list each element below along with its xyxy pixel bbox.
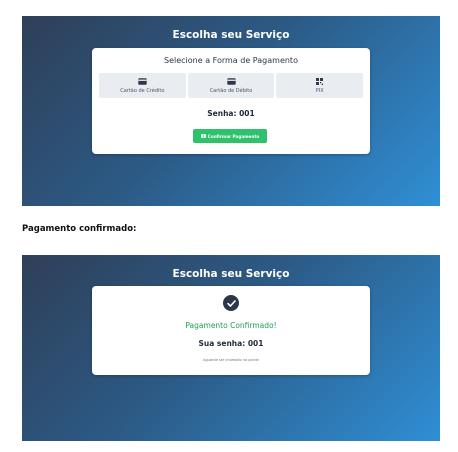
credit-card-label: Cartão de Crédito xyxy=(120,87,165,94)
payment-card: Selecione a Forma de Pagamento Cartão de… xyxy=(92,48,370,154)
debit-card-label: Cartão de Débito xyxy=(209,87,253,94)
page-title: Escolha seu Serviço xyxy=(172,29,290,41)
debit-card-option[interactable]: Cartão de Débito xyxy=(187,73,275,98)
money-icon xyxy=(200,133,206,139)
credit-card-icon xyxy=(138,77,147,85)
credit-card-option[interactable]: Cartão de Crédito xyxy=(99,73,186,98)
ticket-number: Sua senha: 001 xyxy=(198,339,264,348)
credit-card-icon xyxy=(226,77,236,85)
pix-option[interactable]: PIX xyxy=(276,73,364,98)
ticket-number: Senha: 001 xyxy=(207,109,255,118)
wait-notice: Aguarde ser chamado no painel xyxy=(203,358,259,362)
payment-methods: Cartão de Crédito Cartão de Débito PIX xyxy=(99,73,364,98)
confirmation-message: Pagamento Confirmado! xyxy=(185,321,277,330)
check-circle-icon xyxy=(223,295,239,311)
confirmation-card: Pagamento Confirmado! Sua senha: 001 Agu… xyxy=(92,286,370,375)
payment-confirmed-screen: Escolha seu Serviço Pagamento Confirmado… xyxy=(22,255,440,441)
pix-label: PIX xyxy=(315,87,324,94)
section-label: Pagamento confirmado: xyxy=(22,224,137,234)
payment-selection-screen: Escolha seu Serviço Selecione a Forma de… xyxy=(22,16,440,206)
page-title: Escolha seu Serviço xyxy=(172,268,290,280)
qr-code-icon xyxy=(316,77,324,85)
confirm-payment-button[interactable]: Confirmar Pagamento xyxy=(193,129,267,143)
confirm-payment-label: Confirmar Pagamento xyxy=(207,133,260,139)
card-heading: Selecione a Forma de Pagamento xyxy=(164,56,298,65)
